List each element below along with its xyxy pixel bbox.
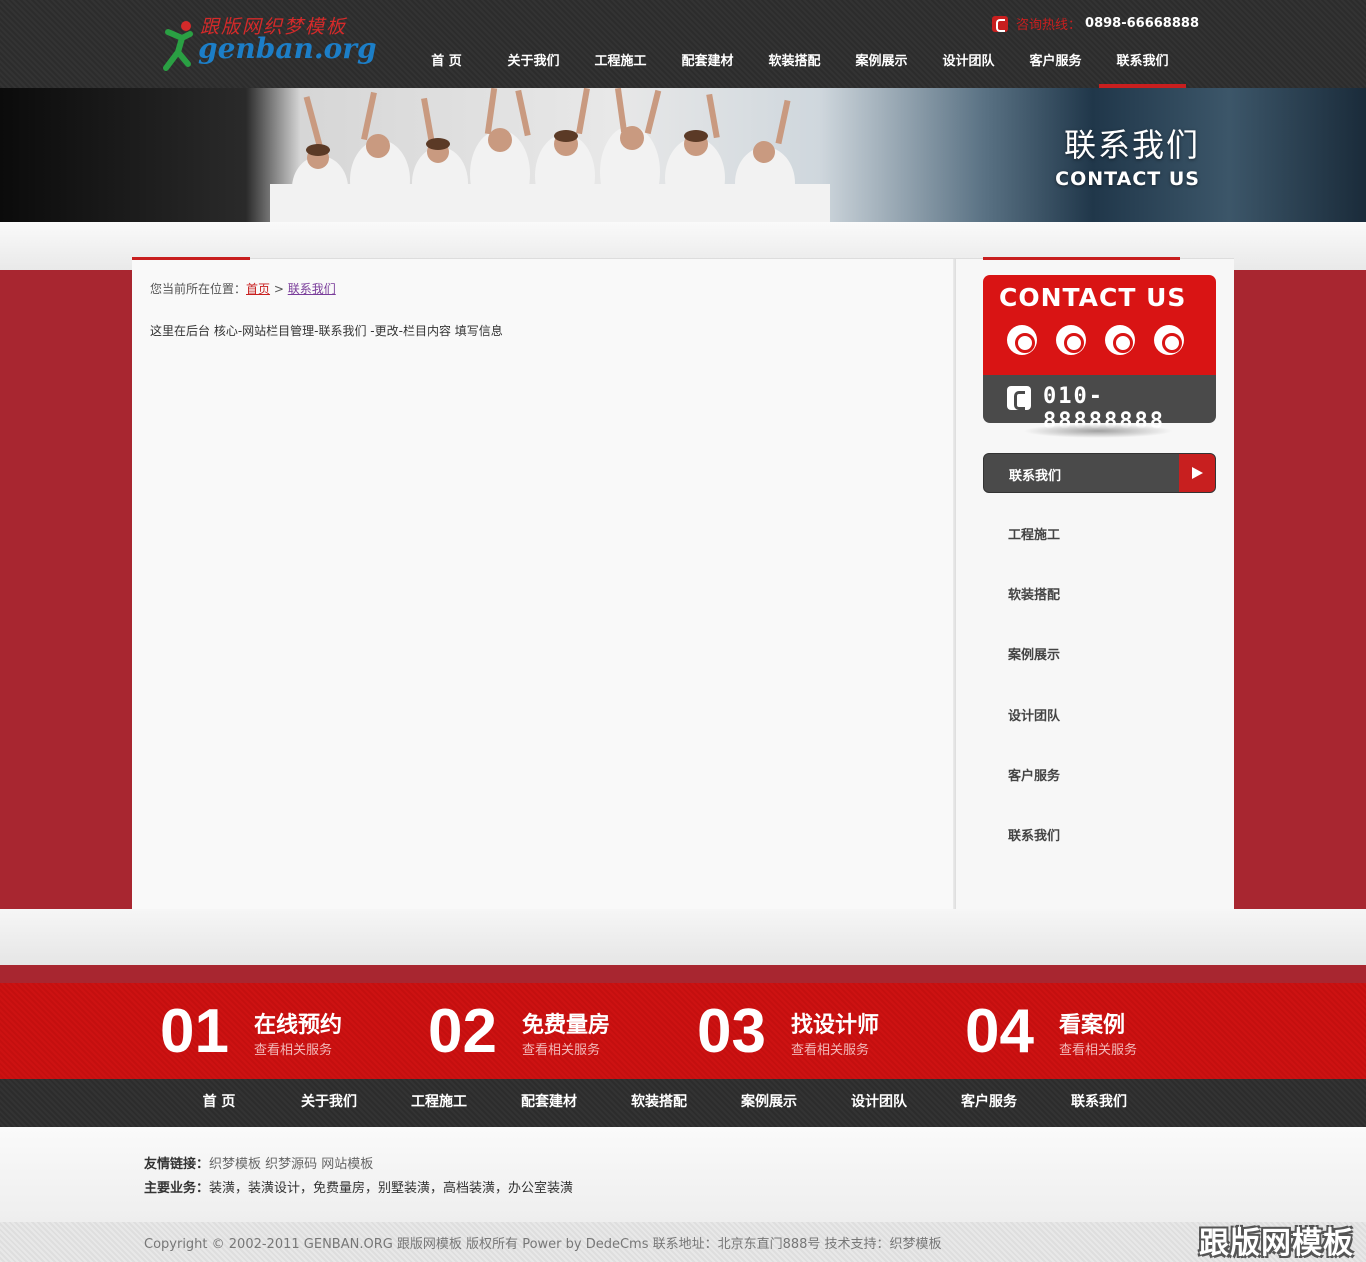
- sidebar-red-accent: [983, 257, 1180, 260]
- hotline: 咨询热线： 0898-66668888: [992, 14, 1199, 33]
- footer-nav-service[interactable]: 客户服务: [934, 1079, 1044, 1125]
- site-logo[interactable]: 跟版网织梦模板 genban.org: [160, 12, 377, 72]
- social-icons: [1007, 325, 1203, 355]
- banner-title: 联系我们: [1063, 126, 1200, 164]
- banner-crowd-image: [270, 88, 830, 222]
- friend-links-label: 友情链接：: [144, 1157, 210, 1172]
- footer-nav-design-team[interactable]: 设计团队: [824, 1079, 934, 1125]
- nav-item-soft-decor[interactable]: 软装搭配: [751, 46, 838, 88]
- friend-links-row: 友情链接：织梦模板 织梦源码 网站模板: [144, 1153, 373, 1172]
- step-title: 找设计师: [791, 1013, 880, 1038]
- phone-icon: [1007, 386, 1031, 410]
- footer-nav-about[interactable]: 关于我们: [274, 1079, 384, 1125]
- sidebar-list: 工程施工 软装搭配 案例展示 设计团队 客户服务 联系我们: [1008, 524, 1060, 885]
- nav-item-construction[interactable]: 工程施工: [577, 46, 664, 88]
- footer-nav-home[interactable]: 首 页: [164, 1079, 274, 1125]
- column-divider: [953, 258, 956, 909]
- copyright-bar: Copyright © 2002-2011 GENBAN.ORG 跟版网模板 版…: [0, 1222, 1366, 1262]
- contact-box-phone-row: 010-88888888: [983, 375, 1216, 434]
- step-subtitle: 查看相关服务: [791, 1043, 870, 1058]
- step-title: 在线预约: [254, 1013, 343, 1038]
- footer-red-strip: [0, 965, 1366, 983]
- page-banner: 联系我们 CONTACT US: [0, 88, 1366, 222]
- business-label: 主要业务：: [144, 1181, 210, 1196]
- nav-item-home[interactable]: 首 页: [403, 46, 490, 88]
- step-title: 看案例: [1059, 1013, 1126, 1038]
- friend-links[interactable]: 织梦模板 织梦源码 网站模板: [209, 1157, 373, 1172]
- copyright-text: Copyright © 2002-2011 GENBAN.ORG 跟版网模板 版…: [144, 1237, 942, 1252]
- content-red-accent: [132, 257, 250, 260]
- footer-nav: 首 页 关于我们 工程施工 配套建材 软装搭配 案例展示 设计团队 客户服务 联…: [0, 1079, 1366, 1127]
- step-subtitle: 查看相关服务: [522, 1043, 601, 1058]
- pinterest-icon[interactable]: [1056, 325, 1086, 355]
- step-number: 02: [428, 997, 497, 1066]
- breadcrumb-prefix: 您当前所在位置：: [150, 282, 247, 296]
- banner-subtitle: CONTACT US: [1055, 168, 1200, 190]
- breadcrumb: 您当前所在位置：首页 > 联系我们: [150, 280, 336, 297]
- business-text: 装潢，装潢设计，免费量房，别墅装潢，高档装潢，办公室装潢: [209, 1181, 574, 1196]
- contact-box-header: CONTACT US: [983, 275, 1216, 375]
- contact-box-shadow: [1023, 424, 1173, 438]
- watermark: 跟版网模板: [1199, 1226, 1354, 1261]
- nav-item-service[interactable]: 客户服务: [1012, 46, 1099, 88]
- main-nav: 首 页 关于我们 工程施工 配套建材 软装搭配 案例展示 设计团队 客户服务 联…: [403, 46, 1186, 88]
- sidebar-section-header[interactable]: 联系我们: [983, 453, 1216, 493]
- step-subtitle: 查看相关服务: [254, 1043, 333, 1058]
- sidebar-item-contact[interactable]: 联系我们: [1008, 825, 1060, 885]
- hotline-number: 0898-66668888: [1085, 16, 1199, 31]
- footer-nav-cases[interactable]: 案例展示: [714, 1079, 824, 1125]
- sidebar-item-service[interactable]: 客户服务: [1008, 765, 1060, 825]
- nav-item-materials[interactable]: 配套建材: [664, 46, 751, 88]
- sidebar-item-construction[interactable]: 工程施工: [1008, 524, 1060, 584]
- breadcrumb-current-link[interactable]: 联系我们: [288, 282, 336, 296]
- step-subtitle: 查看相关服务: [1059, 1043, 1138, 1058]
- main-column: 您当前所在位置：首页 > 联系我们 这里在后台 核心-网站栏目管理-联系我们 -…: [132, 258, 956, 909]
- play-arrow-icon: [1179, 454, 1215, 492]
- contact-box-title: CONTACT US: [999, 283, 1187, 312]
- contact-us-box: CONTACT US 010-88888888: [983, 275, 1216, 434]
- footer-nav-materials[interactable]: 配套建材: [494, 1079, 604, 1125]
- star-icon[interactable]: [1154, 325, 1184, 355]
- weibo-icon[interactable]: [1007, 325, 1037, 355]
- sidebar-item-design-team[interactable]: 设计团队: [1008, 705, 1060, 765]
- step-number: 04: [965, 997, 1034, 1066]
- footer-nav-contact[interactable]: 联系我们: [1044, 1079, 1154, 1125]
- nav-item-contact[interactable]: 联系我们: [1099, 46, 1186, 88]
- breadcrumb-separator: >: [270, 282, 288, 296]
- breadcrumb-home-link[interactable]: 首页: [246, 282, 270, 296]
- hotline-label: 咨询热线：: [1016, 18, 1082, 33]
- nav-item-about[interactable]: 关于我们: [490, 46, 577, 88]
- business-row: 主要业务：装潢，装潢设计，免费量房，别墅装潢，高档装潢，办公室装潢: [144, 1177, 573, 1196]
- sidebar-item-cases[interactable]: 案例展示: [1008, 644, 1060, 704]
- step-number: 01: [160, 997, 229, 1066]
- logo-english-text: genban.org: [198, 32, 377, 65]
- sidebar-item-soft-decor[interactable]: 软装搭配: [1008, 584, 1060, 644]
- nav-item-cases[interactable]: 案例展示: [838, 46, 925, 88]
- sidebar-section-title: 联系我们: [1009, 469, 1062, 484]
- step-title: 免费量房: [522, 1013, 611, 1038]
- nav-item-design-team[interactable]: 设计团队: [925, 46, 1012, 88]
- phone-icon: [992, 15, 1009, 32]
- site-header: 跟版网织梦模板 genban.org 咨询热线： 0898-66668888 首…: [0, 0, 1366, 88]
- step-number: 03: [697, 997, 766, 1066]
- renren-icon[interactable]: [1105, 325, 1135, 355]
- page-body-text: 这里在后台 核心-网站栏目管理-联系我们 -更改-栏目内容 填写信息: [150, 324, 503, 338]
- footer-links: 友情链接：织梦模板 织梦源码 网站模板 主要业务：装潢，装潢设计，免费量房，别墅…: [0, 1127, 1366, 1222]
- footer-nav-construction[interactable]: 工程施工: [384, 1079, 494, 1125]
- service-steps: 01 在线预约 查看相关服务 02 免费量房 查看相关服务 03 找设计师 查看…: [0, 983, 1366, 1079]
- runner-logo-icon: [163, 21, 193, 71]
- content-area: 您当前所在位置：首页 > 联系我们 这里在后台 核心-网站栏目管理-联系我们 -…: [132, 257, 1234, 909]
- footer-nav-soft-decor[interactable]: 软装搭配: [604, 1079, 714, 1125]
- footer-grey-strip: [0, 909, 1366, 965]
